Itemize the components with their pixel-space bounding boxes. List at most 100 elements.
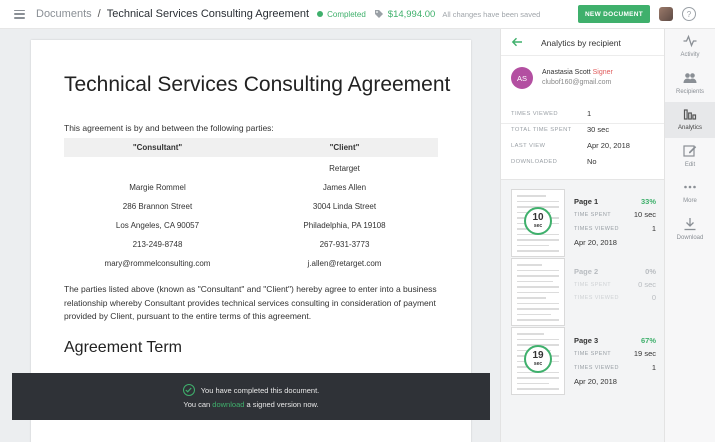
doc-intro: This agreement is by and between the fol… [64,123,274,133]
recipient-name: Anastasia Scott [542,69,591,76]
panel-title: Analytics by recipient [541,38,621,48]
stat-value: 1 [587,109,592,118]
price-tag-icon [374,10,383,18]
stat-total-time: TOTAL TIME SPENT 30 sec [511,125,661,137]
consultant-email: mary@rommelconsulting.com [104,259,211,268]
recipient-avatar: AS [511,67,533,89]
menu-icon[interactable] [14,9,25,19]
section-heading: Agreement Term [64,339,182,356]
rail-download[interactable]: Download [665,212,715,248]
times-viewed-value: 1 [651,363,656,372]
panel-header: Analytics by recipient [501,29,665,56]
rail-label: Analytics [677,125,702,131]
time-ring: 19 sec [524,345,552,373]
stat-last-view: LAST VIEW Apr 20, 2018 [511,141,661,153]
status-badge: Completed [327,9,366,19]
times-viewed-label: TIMES VIEWED [574,226,619,232]
status-dot-icon [317,11,324,17]
rail-label: Activity [680,52,700,58]
document-price: $14,994.00 [387,8,436,20]
doc-heading: Technical Services Consulting Agreement [64,73,451,96]
page-name: Page 3 [574,336,599,345]
breadcrumb-documents[interactable]: Documents [36,8,92,20]
stat-label: LAST VIEW [511,143,546,149]
consultant-header: "Consultant" [132,143,183,152]
page-analytics-list: 10 sec Page 1 33% TIME SPENT 10 sec TIME… [501,179,665,442]
more-icon [684,185,696,189]
rail-analytics[interactable]: Analytics [665,102,715,138]
toast-message: You have completed this document. [200,385,320,395]
page-thumbnail-2[interactable] [511,258,565,326]
recipient-role: Signer [592,69,613,76]
page-name: Page 2 [574,267,599,276]
ring-value: 10 [532,212,544,223]
toast-download-line: You can download a signed version now. [183,400,318,409]
time-spent-label: TIME SPENT [574,282,612,288]
client-email: j.allen@retarget.com [307,259,382,268]
save-status: All changes have been saved [442,9,541,19]
breadcrumb-separator: / [97,8,101,20]
rail-label: More [683,198,697,204]
time-ring: 10 sec [524,207,552,235]
consultant-name: Margie Rommel [129,183,186,192]
time-spent-label: TIME SPENT [574,212,612,218]
completion-toast: You have completed this document. You ca… [12,373,490,420]
times-viewed-value: 1 [651,224,656,233]
rail-activity[interactable]: Activity [665,29,715,65]
doc-paragraph: The parties listed above (known as "Cons… [64,284,437,321]
client-header: "Client" [329,143,360,152]
client-name: James Allen [322,183,367,192]
stat-value: 30 sec [587,125,610,134]
rail-label: Download [676,235,704,241]
page-thumbnail-1[interactable]: 10 sec [511,189,565,257]
ring-unit: sec [533,361,543,367]
toast-prefix: You can [183,400,213,409]
page-percent: 33% [640,197,656,206]
time-spent-value: 19 sec [633,349,656,358]
client-phone: 267-931-3773 [319,240,370,249]
stat-downloaded: DOWNLOADED No [511,157,661,169]
recipients-icon [683,73,697,83]
client-company: Retarget [329,164,360,173]
time-spent-label: TIME SPENT [574,351,612,357]
page-thumbnail-3[interactable]: 19 sec [511,327,565,395]
time-spent-value: 0 sec [638,280,656,289]
ring-value: 19 [532,350,544,361]
client-street: 3004 Linda Street [312,202,377,211]
times-viewed-label: TIMES VIEWED [574,295,619,301]
toast-suffix: a signed version now. [244,400,319,409]
stat-label: DOWNLOADED [511,159,558,165]
check-circle-icon [182,384,195,396]
stat-value: No [587,157,597,166]
download-icon [684,218,696,231]
stat-label: TOTAL TIME SPENT [511,127,572,133]
page-percent: 0% [645,267,656,276]
analytics-panel: Analytics by recipient AS Anastasia Scot… [500,29,665,442]
rail-more[interactable]: More [665,175,715,211]
analytics-icon [683,109,697,120]
activity-icon [683,34,697,48]
times-viewed-value: 0 [651,293,656,302]
ring-unit: sec [533,223,543,229]
rail-label: Recipients [675,89,704,95]
recipient-email: clubof160@gmail.com [542,79,612,86]
help-icon[interactable]: ? [682,7,696,21]
new-document-button[interactable]: NEW DOCUMENT [578,5,650,23]
page-name: Page 1 [574,197,599,206]
page-view-date: Apr 20, 2018 [574,238,617,247]
rail-recipients[interactable]: Recipients [665,66,715,102]
download-link[interactable]: download [212,400,244,409]
document-title[interactable]: Technical Services Consulting Agreement [107,8,309,20]
back-arrow-icon[interactable] [511,36,523,48]
consultant-street: 286 Brannon Street [122,202,193,211]
document-viewer[interactable]: Technical Services Consulting Agreement … [0,29,500,442]
consultant-phone: 213-249-8748 [132,240,183,249]
user-avatar[interactable] [659,7,673,21]
rail-label: Edit [684,162,696,168]
time-spent-value: 10 sec [633,210,656,219]
stat-times-viewed: TIMES VIEWED 1 [511,109,661,121]
stat-label: TIMES VIEWED [511,111,558,117]
rail-edit[interactable]: Edit [665,139,715,175]
consultant-city: Los Angeles, CA 90057 [115,221,200,230]
stat-value: Apr 20, 2018 [587,141,630,150]
